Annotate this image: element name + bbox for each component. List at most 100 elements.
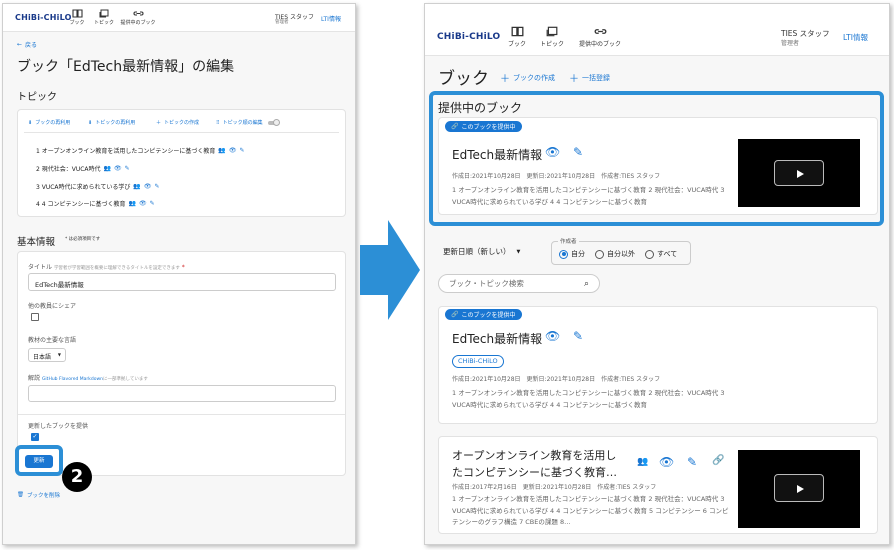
topic-heading: トピック [17, 92, 57, 103]
book-title[interactable]: オープンオンライン教育を活用し たコンピテンシーに基づく教育… [452, 447, 632, 481]
step-badge: 2 [62, 462, 92, 492]
topic-icon [92, 9, 116, 18]
people-icon: 👥 [637, 457, 649, 467]
bulk-register-button[interactable]: ＋一括登録 [569, 70, 610, 86]
chevron-down-icon: ▼ [57, 352, 61, 357]
lti-link[interactable]: LTI情報 [843, 32, 868, 43]
eye-icon[interactable]: 👁 [545, 329, 560, 343]
book-title[interactable]: EdTech最新情報 [452, 330, 542, 347]
basic-heading: 基本情報 [17, 237, 56, 248]
book-card[interactable]: オープンオンライン教育を活用し たコンピテンシーに基づく教育… 👥 👁 ✎ 🔗 … [438, 436, 878, 534]
divider [24, 132, 339, 133]
topic-icon [537, 26, 567, 37]
brand-logo[interactable]: CHiBi-CHiLO [437, 32, 500, 42]
play-button[interactable] [774, 474, 824, 502]
desc-label: 解説 GitHub Flavored Markdownに一部準拠しています [28, 375, 148, 382]
book-meta: 作成日:2021年10月28日 更新日:2021年10月28日 作成者:TIES… [452, 376, 661, 383]
brand-logo[interactable]: CHiBi-CHiLO [15, 13, 72, 22]
link-icon [118, 9, 158, 18]
share-label: 他の教員にシェア [28, 303, 77, 310]
pencil-icon[interactable]: ✎ [239, 147, 244, 154]
page-title: ブック [438, 69, 489, 89]
author-filter: 作成者 自分 自分以外 すべて [551, 237, 691, 265]
arrow-left-icon: ← [17, 41, 23, 48]
lang-label: 教材の主要な言語 [28, 337, 77, 344]
title-input[interactable]: EdTech最新情報 [28, 273, 336, 291]
left-topbar: CHiBi-CHiLO ブック トピック 提供中のブック TIES スタッフ 管… [3, 4, 355, 32]
chevron-down-icon: ▼ [516, 248, 521, 255]
pencil-icon[interactable]: ✎ [573, 329, 583, 343]
topic-row[interactable]: 3 VUCA時代に求められている学び 👥 👁 ✎ [36, 182, 159, 191]
required-note: * は必須項目です [65, 237, 101, 242]
back-link[interactable]: ← 戻る [17, 40, 37, 49]
people-icon: 👥 [128, 200, 136, 207]
trash-icon: 🗑 [17, 492, 24, 498]
toggle-switch[interactable] [267, 118, 280, 126]
link-icon [573, 26, 627, 37]
nav-book[interactable]: ブック [67, 9, 87, 26]
link-icon: 🔗 [451, 311, 459, 318]
author-legend: 作成者 [558, 237, 579, 245]
desc-input[interactable] [28, 385, 336, 402]
lti-link[interactable]: LTI情報 [321, 14, 341, 23]
provide-checkbox[interactable]: ✓ [31, 433, 39, 441]
eye-icon[interactable]: 👁 [229, 147, 237, 154]
book-card[interactable]: 🔗 このブックを提供中 EdTech最新情報 👁 ✎ CHiBi-CHiLO 作成… [438, 306, 878, 424]
nav-topic[interactable]: トピック [537, 26, 567, 48]
drag-icon: ⠿ [216, 119, 220, 126]
eye-icon[interactable]: 👁 [139, 200, 147, 207]
people-icon: 👥 [133, 183, 141, 190]
delete-book-link[interactable]: 🗑 ブックを削除 [17, 491, 60, 499]
topic-card: ⬇ ブックの再利用 ⬇ トピックの再利用 ＋トピックの作成 ⠿ トピック順の編集 1 … [17, 109, 346, 217]
pencil-icon[interactable]: ✎ [154, 183, 159, 190]
radio-others[interactable]: 自分以外 [595, 249, 635, 259]
book-description: 1 オープンオンライン教育を活用したコンピテンシーに基づく教育 2 現代社会：V… [452, 495, 729, 526]
download-icon: ⬇ [28, 119, 33, 126]
search-box[interactable]: ブック・トピック検索 ⌕ [438, 274, 600, 293]
pencil-icon[interactable]: ✎ [150, 200, 155, 207]
right-topbar: CHiBi-CHiLO ブック トピック 提供中のブック TIES スタッフ 管… [425, 4, 889, 56]
search-input[interactable]: ブック・トピック検索 [449, 278, 524, 289]
reuse-topic-button[interactable]: ⬇ トピックの再利用 [88, 119, 135, 127]
featured-highlight [429, 91, 884, 226]
title-label: タイトル 学習者が学習範囲を概要に理解できるタイトルを設定できます * [28, 264, 185, 271]
provide-badge: 🔗 このブックを提供中 [445, 309, 522, 320]
pencil-icon[interactable]: ✎ [125, 165, 130, 172]
eye-icon[interactable]: 👁 [659, 455, 674, 469]
plus-icon: ＋ [500, 74, 510, 85]
pencil-icon[interactable]: ✎ [687, 455, 697, 469]
create-topic-button[interactable]: ＋トピックの作成 [156, 119, 199, 126]
book-description: 1 オープンオンライン教育を活用したコンピテンシーに基づく教育 2 現代社会：V… [452, 389, 725, 409]
basic-info-card: タイトル 学習者が学習範囲を概要に理解できるタイトルを設定できます * EdTe… [17, 251, 346, 476]
book-icon [505, 26, 529, 37]
topic-row[interactable]: 4 4 コンピテンシーに基づく教育 👥 👁 ✎ [36, 199, 155, 208]
provide-label: 更新したブックを提供 [28, 423, 89, 430]
topic-row[interactable]: 2 現代社会：VUCA時代 👥 👁 ✎ [36, 164, 130, 173]
eye-icon[interactable]: 👁 [114, 165, 122, 172]
nav-providing[interactable]: 提供中のブック [573, 26, 627, 48]
edit-order-button[interactable]: ⠿ トピック順の編集 [216, 118, 280, 126]
sort-select[interactable]: 更新日順（新しい） ▼ [443, 246, 520, 257]
lang-select[interactable]: 日本語 ▼ [28, 348, 66, 362]
video-thumbnail[interactable] [738, 450, 860, 528]
radio-self[interactable]: 自分 [559, 249, 585, 259]
arrow-right-icon [360, 220, 420, 320]
nav-topic[interactable]: トピック [92, 9, 116, 26]
people-icon: 👥 [218, 147, 226, 154]
radio-all[interactable]: すべて [645, 249, 677, 259]
eye-icon[interactable]: 👁 [144, 183, 152, 190]
topic-row[interactable]: 1 オープンオンライン教育を活用したコンピテンシーに基づく教育 👥 👁 ✎ [36, 146, 245, 155]
create-book-button[interactable]: ＋ブックの作成 [500, 70, 555, 86]
user-role: 管理者 [781, 40, 800, 47]
nav-providing[interactable]: 提供中のブック [118, 9, 158, 26]
nav-book[interactable]: ブック [505, 26, 529, 48]
tag-chip: CHiBi-CHiLO [452, 355, 504, 368]
share-checkbox[interactable] [31, 313, 39, 321]
search-icon[interactable]: ⌕ [584, 279, 589, 289]
plus-icon: ＋ [569, 74, 579, 85]
reuse-book-button[interactable]: ⬇ ブックの再利用 [28, 119, 70, 127]
page-title: ブック「EdTech最新情報」の編集 [17, 59, 235, 75]
link-icon[interactable]: 🔗 [712, 455, 724, 466]
markdown-link[interactable]: GitHub Flavored Markdown [42, 377, 103, 382]
book-icon [67, 9, 87, 18]
